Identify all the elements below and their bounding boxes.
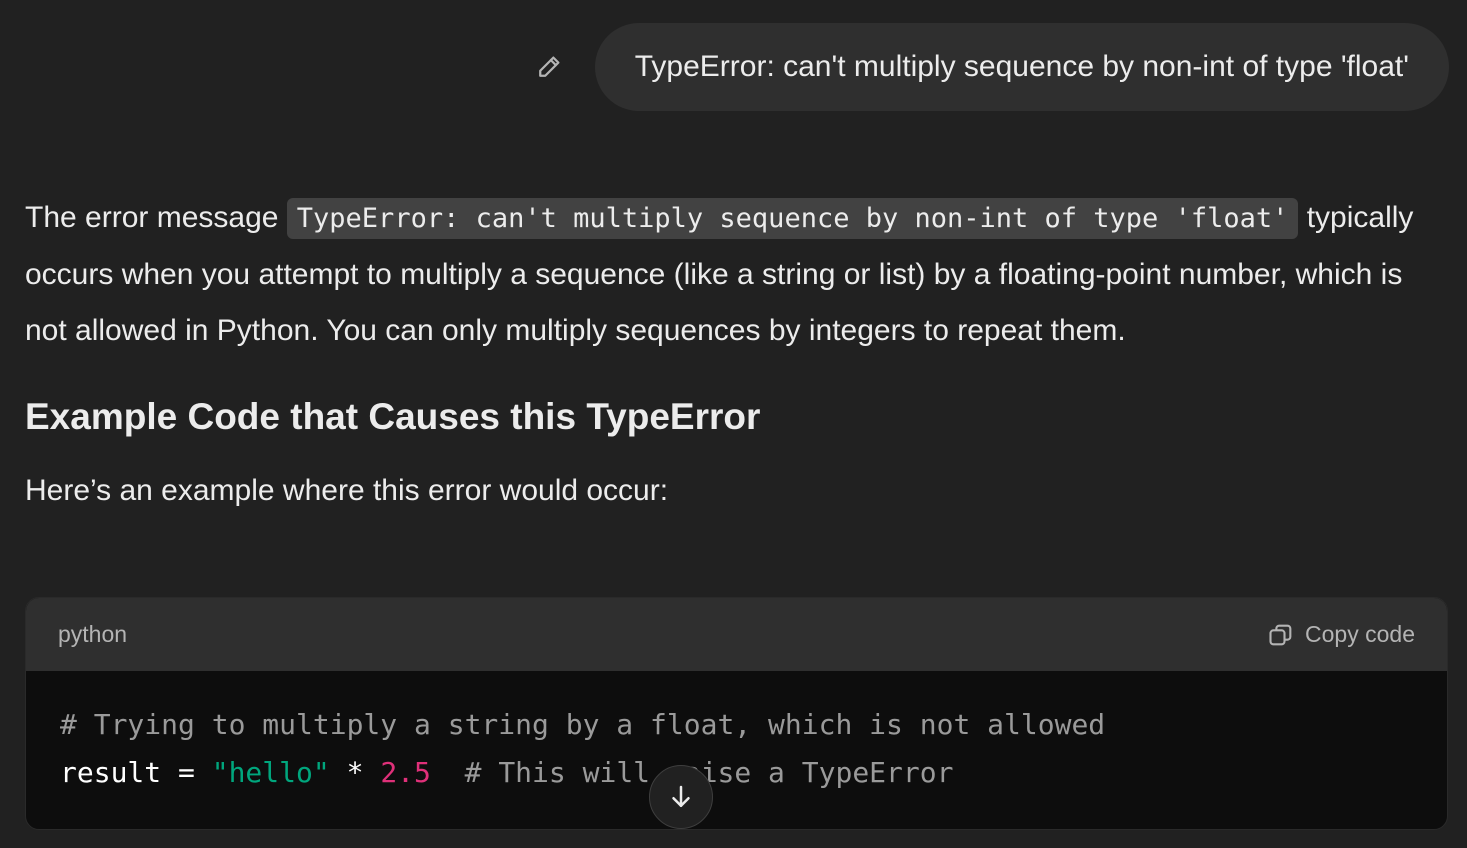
code-line-2-op: *	[329, 756, 381, 789]
user-message-bubble: TypeError: can't multiply sequence by no…	[594, 23, 1449, 111]
code-content: # Trying to multiply a string by a float…	[26, 671, 1447, 827]
arrow-down-icon	[672, 785, 690, 807]
code-line-2-var: result =	[60, 756, 212, 789]
code-block: python Copy code # Trying to multiply a …	[25, 597, 1448, 830]
code-line-1-comment: # Trying to multiply a string by a float…	[60, 708, 1106, 741]
edit-message-button[interactable]	[525, 43, 573, 91]
code-line-2-string: "hello"	[211, 756, 330, 789]
user-message-row: TypeError: can't multiply sequence by no…	[525, 23, 1449, 111]
code-language-label: python	[58, 621, 128, 647]
copy-icon	[1269, 624, 1292, 645]
example-intro-text: Here’s an example where this error would…	[25, 474, 669, 507]
assistant-intro-paragraph: The error message TypeError: can't multi…	[25, 190, 1445, 359]
chat-page: TypeError: can't multiply sequence by no…	[0, 0, 1467, 848]
assistant-message: The error message TypeError: can't multi…	[25, 190, 1445, 519]
code-block-header: python Copy code	[26, 598, 1447, 671]
scroll-to-bottom-button[interactable]	[649, 765, 713, 829]
section-heading: Example Code that Causes this TypeError	[25, 396, 761, 437]
intro-text-before: The error message	[25, 201, 287, 234]
code-line-2-number: 2.5	[380, 756, 431, 789]
pencil-icon	[538, 56, 560, 77]
copy-code-label: Copy code	[1305, 621, 1415, 647]
inline-code-error: TypeError: can't multiply sequence by no…	[286, 198, 1299, 239]
copy-code-button[interactable]: Copy code	[1267, 621, 1415, 649]
